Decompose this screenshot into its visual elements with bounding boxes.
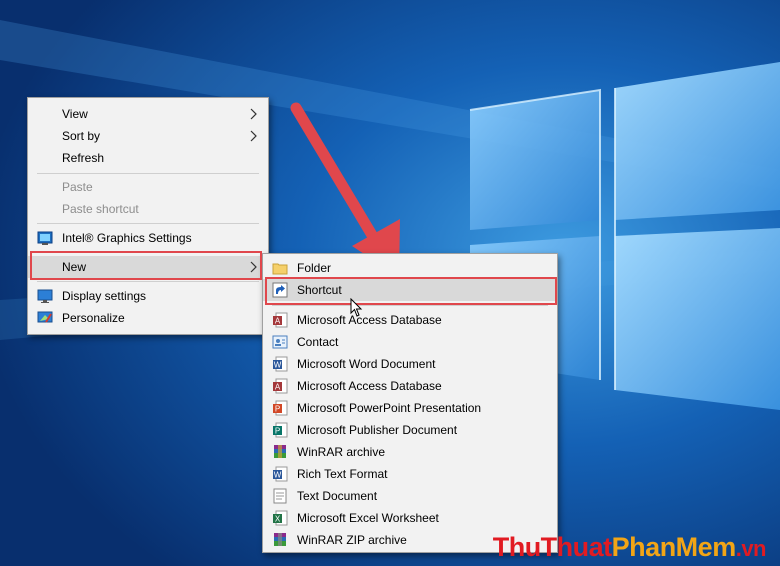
svg-text:P: P [275,405,280,414]
annotation-highlight-shortcut [265,277,557,305]
menu-item-label: View [62,107,88,121]
text-document-icon [273,488,287,504]
watermark-part: PhanMem [611,532,737,562]
menu-item-label: Paste shortcut [62,202,139,216]
menu-item-label: Display settings [62,289,147,303]
excel-icon: X [273,510,288,526]
annotation-highlight-new [30,251,262,280]
menu-item-label: Intel® Graphics Settings [62,231,192,245]
submenu-item-folder[interactable]: Folder [263,257,557,279]
chevron-right-icon [250,108,257,120]
watermark-part: .vn [735,536,767,561]
contact-icon [272,335,288,349]
menu-item-label: Refresh [62,151,105,165]
menu-item-label: Personalize [62,311,125,325]
submenu-item-label: Text Document [297,489,378,503]
watermark-logo: ThuThuatPhanMem.vn [492,532,767,563]
submenu-item-text-document[interactable]: Text Document [263,485,557,507]
submenu-item-label: Contact [297,335,339,349]
menu-separator [37,281,259,282]
svg-text:A: A [275,317,281,326]
display-icon [37,289,53,303]
submenu-item-label: Microsoft Access Database [297,379,442,393]
menu-item-paste[interactable]: Paste [28,176,268,198]
powerpoint-icon: P [273,400,288,416]
submenu-item-label: Microsoft Excel Worksheet [297,511,439,525]
word-icon: W [273,356,288,372]
menu-item-label: Paste [62,180,93,194]
submenu-item-access-database-2[interactable]: A Microsoft Access Database [263,375,557,397]
chevron-right-icon [250,130,257,142]
desktop-context-menu: View Sort by Refresh Paste Paste shortcu… [27,97,269,335]
watermark-part: ThuThuat [492,532,612,562]
menu-item-personalize[interactable]: Personalize [28,307,268,329]
submenu-item-label: WinRAR archive [297,445,386,459]
submenu-item-label: Microsoft Word Document [297,357,436,371]
winrar-icon [274,445,286,458]
publisher-icon: P [273,422,288,438]
svg-text:A: A [275,383,281,392]
menu-separator [272,305,548,306]
submenu-item-powerpoint[interactable]: P Microsoft PowerPoint Presentation [263,397,557,419]
menu-item-intel-graphics[interactable]: Intel® Graphics Settings [28,227,268,249]
svg-text:P: P [275,427,280,436]
menu-item-label: Sort by [62,129,101,143]
folder-icon [272,263,288,275]
menu-separator [37,173,259,174]
personalize-icon [37,311,53,323]
submenu-item-label: Rich Text Format [297,467,388,481]
submenu-item-rich-text[interactable]: W Rich Text Format [263,463,557,485]
submenu-item-label: Microsoft PowerPoint Presentation [297,401,482,415]
access-icon: A [273,378,288,394]
submenu-item-winrar-archive[interactable]: WinRAR archive [263,441,557,463]
svg-text:W: W [274,361,282,370]
menu-item-view[interactable]: View [28,103,268,125]
submenu-item-label: Microsoft Access Database [297,313,442,327]
menu-item-sort-by[interactable]: Sort by [28,125,268,147]
submenu-item-contact[interactable]: Contact [263,331,557,353]
submenu-item-label: Folder [297,261,332,275]
menu-item-display-settings[interactable]: Display settings [28,285,268,307]
menu-separator [37,223,259,224]
menu-item-paste-shortcut[interactable]: Paste shortcut [28,198,268,220]
submenu-item-publisher[interactable]: P Microsoft Publisher Document [263,419,557,441]
submenu-item-label: WinRAR ZIP archive [297,533,407,547]
submenu-item-label: Microsoft Publisher Document [297,423,458,437]
menu-item-refresh[interactable]: Refresh [28,147,268,169]
intel-graphics-icon [37,231,53,245]
mouse-cursor-icon [350,298,363,317]
submenu-item-access-database[interactable]: A Microsoft Access Database [263,309,557,331]
submenu-item-excel-worksheet[interactable]: X Microsoft Excel Worksheet [263,507,557,529]
rtf-icon: W [273,466,288,482]
svg-text:X: X [275,515,281,524]
svg-text:W: W [274,471,282,480]
submenu-item-word-document[interactable]: W Microsoft Word Document [263,353,557,375]
winrar-zip-icon [274,533,286,546]
access-icon: A [273,312,288,328]
